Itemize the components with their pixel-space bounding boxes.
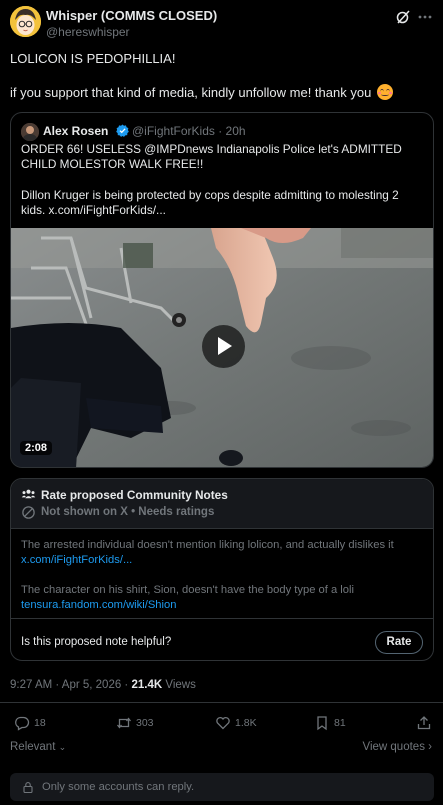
divider xyxy=(0,702,443,703)
bookmark-icon xyxy=(317,716,327,731)
reply-button[interactable]: 18 xyxy=(14,712,46,734)
people-icon xyxy=(21,489,36,499)
note-1-text: The arrested individual doesn't mention … xyxy=(21,539,394,551)
video-duration: 2:08 xyxy=(20,441,53,455)
share-button[interactable] xyxy=(416,712,432,734)
divider xyxy=(11,528,433,529)
quoted-author-handle[interactable]: @iFightForKids · 20h xyxy=(132,124,246,138)
bookmark-count: 81 xyxy=(334,717,346,729)
play-button[interactable] xyxy=(202,325,245,368)
eye-off-icon xyxy=(22,506,35,519)
view-quotes-link[interactable]: View quotes › xyxy=(363,741,433,753)
note-2-link[interactable]: tensura.fandom.com/wiki/Shion xyxy=(21,599,176,611)
reply-count: 18 xyxy=(34,717,46,729)
video-player[interactable]: 2:08 xyxy=(11,228,433,467)
author-avatar[interactable] xyxy=(10,6,41,37)
bookmark-button[interactable]: 81 xyxy=(314,712,346,734)
note-2-text: The character on his shirt, Sion, doesn'… xyxy=(21,584,354,596)
post-text-line1: LOLICON IS PEDOPHILLIA! xyxy=(10,51,176,66)
community-notes-status: Not shown on X • Needs ratings xyxy=(41,506,215,518)
post-header: Whisper (COMMS CLOSED) @hereswhisper xyxy=(10,6,433,40)
repost-count: 303 xyxy=(136,717,154,729)
post-timestamp[interactable]: 9:27 AM · Apr 5, 2026 · xyxy=(10,679,131,691)
smiling-face-emoji-icon xyxy=(376,84,393,100)
verified-badge-icon xyxy=(116,124,129,137)
views-label: Views xyxy=(162,679,196,691)
divider xyxy=(11,618,433,619)
more-options-icon[interactable] xyxy=(417,9,433,25)
community-notes-header: Rate proposed Community Notes Not shown … xyxy=(11,479,433,528)
author-name[interactable]: Whisper (COMMS CLOSED) xyxy=(46,8,217,23)
community-notes-title: Rate proposed Community Notes xyxy=(41,488,228,502)
action-bar: 18 303 1.8K 81 xyxy=(0,712,443,736)
sort-relevant-dropdown[interactable]: Relevant ⌄ xyxy=(10,741,66,753)
post-text-line2: if you support that kind of media, kindl… xyxy=(10,84,430,102)
note-1-link[interactable]: x.com/iFightForKids/... xyxy=(21,554,132,566)
quoted-post-text-line2: Dillon Kruger is being protected by cops… xyxy=(21,188,399,217)
like-button[interactable]: 1.8K xyxy=(215,712,257,734)
community-notes-panel: Rate proposed Community Notes Not shown … xyxy=(10,478,434,661)
helpful-question: Is this proposed note helpful? xyxy=(21,636,172,648)
repost-icon xyxy=(116,717,132,729)
views-count: 21.4K xyxy=(131,679,163,691)
quoted-post-text-line1: ORDER 66! USELESS @IMPDnews Indianapolis… xyxy=(21,142,402,171)
reply-icon xyxy=(15,716,30,731)
reply-restriction-text: Only some accounts can reply. xyxy=(42,781,195,793)
heart-icon xyxy=(216,716,230,730)
chevron-down-icon: ⌄ xyxy=(58,742,67,752)
grok-icon[interactable] xyxy=(395,9,411,25)
share-icon xyxy=(417,716,431,730)
post-text-line2-content: if you support that kind of media, kindl… xyxy=(10,85,372,100)
author-handle[interactable]: @hereswhisper xyxy=(46,25,130,39)
chevron-right-icon: › xyxy=(428,741,432,753)
view-quotes-label: View quotes xyxy=(362,741,425,753)
reply-restriction-banner: Only some accounts can reply. xyxy=(10,773,434,801)
quoted-author-name[interactable]: Alex Rosen xyxy=(43,124,108,138)
lock-icon xyxy=(23,782,33,793)
rate-button[interactable]: Rate xyxy=(375,631,423,654)
quoted-post[interactable]: Alex Rosen @iFightForKids · 20h ORDER 66… xyxy=(10,112,434,468)
repost-button[interactable]: 303 xyxy=(116,712,154,734)
like-count: 1.8K xyxy=(235,717,257,729)
post-metadata: 9:27 AM · Apr 5, 2026 · 21.4K Views xyxy=(10,679,196,691)
quoted-author-avatar[interactable] xyxy=(21,123,39,141)
sort-relevant-label: Relevant xyxy=(10,741,56,753)
